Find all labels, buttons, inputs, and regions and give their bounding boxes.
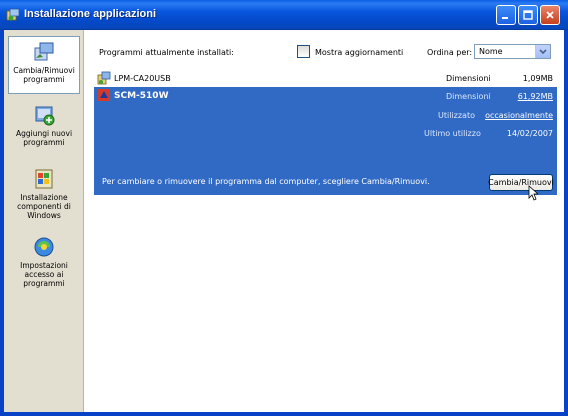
sidebar-item-label: Cambia/Rimuovi programmi bbox=[13, 66, 75, 84]
sort-by-value: Nome bbox=[479, 47, 503, 56]
program-used-label: Utilizzato bbox=[438, 111, 475, 120]
main-pane: Programmi attualmente installati: Mostra… bbox=[85, 30, 564, 412]
sidebar-item-add-programs[interactable]: Aggiungi nuovi programmi bbox=[8, 100, 80, 158]
window-title: Installazione applicazioni bbox=[24, 8, 157, 20]
add-programs-icon bbox=[35, 106, 55, 126]
sidebar-item-windows-components[interactable]: Installazione componenti di Windows bbox=[8, 164, 80, 222]
sidebar-item-label: Aggiungi nuovi programmi bbox=[15, 129, 73, 147]
program-used-link[interactable]: occasionalmente bbox=[485, 111, 553, 120]
sidebar-item-label: Impostazioni accesso ai programmi bbox=[20, 261, 68, 288]
program-name: LPM-CA20USB bbox=[114, 74, 171, 83]
minimize-button[interactable] bbox=[496, 5, 516, 25]
maximize-icon bbox=[523, 10, 533, 20]
windows-components-icon bbox=[35, 169, 53, 189]
change-remove-programs-icon bbox=[34, 42, 54, 61]
close-button[interactable] bbox=[540, 5, 560, 25]
program-name: SCM-510W bbox=[114, 91, 169, 101]
installed-programs-label: Programmi attualmente installati: bbox=[99, 48, 234, 57]
program-size-link[interactable]: 61,92MB bbox=[518, 92, 553, 101]
program-access-icon bbox=[34, 237, 54, 257]
program-row[interactable]: LPM-CA20USB Dimensioni 1,09MB bbox=[94, 70, 557, 87]
show-updates-label: Mostra aggiornamenti bbox=[315, 48, 404, 57]
title-bar[interactable]: Installazione applicazioni bbox=[0, 0, 568, 30]
mouse-pointer-icon bbox=[528, 185, 538, 201]
program-row-selected[interactable]: SCM-510W Dimensioni 61,92MB Utilizzato o… bbox=[94, 87, 557, 201]
scm-program-icon bbox=[98, 89, 110, 101]
program-size-label: Dimensioni bbox=[446, 74, 491, 83]
maximize-button[interactable] bbox=[518, 5, 538, 25]
sidebar-item-label: Installazione componenti di Windows bbox=[17, 193, 71, 220]
window-frame-bottom bbox=[0, 412, 568, 416]
minimize-icon bbox=[502, 17, 508, 19]
sort-by-select[interactable]: Nome bbox=[474, 44, 551, 59]
program-last-used-value: 14/02/2007 bbox=[506, 129, 553, 138]
change-remove-button[interactable]: Cambia/Rimuovi bbox=[488, 174, 554, 191]
sidebar-item-change-remove[interactable]: Cambia/Rimuovi programmi bbox=[8, 36, 80, 94]
program-last-used-label: Ultimo utilizzo bbox=[424, 129, 481, 138]
sidebar: Cambia/Rimuovi programmi Aggiungi nuovi … bbox=[4, 30, 84, 412]
program-description: Per cambiare o rimuovere il programma da… bbox=[102, 177, 430, 186]
window-frame-right bbox=[564, 30, 568, 416]
sidebar-item-program-access[interactable]: Impostazioni accesso ai programmi bbox=[8, 232, 80, 290]
dropdown-arrow-button[interactable] bbox=[535, 45, 550, 58]
close-icon bbox=[546, 11, 554, 19]
sort-by-label: Ordina per: bbox=[427, 48, 473, 57]
chevron-down-icon bbox=[539, 48, 547, 54]
show-updates-checkbox[interactable] bbox=[297, 45, 310, 58]
add-remove-programs-icon bbox=[6, 8, 20, 21]
program-size-label: Dimensioni bbox=[446, 92, 491, 101]
program-size: 1,09MB bbox=[522, 74, 553, 83]
installer-icon bbox=[97, 71, 111, 85]
